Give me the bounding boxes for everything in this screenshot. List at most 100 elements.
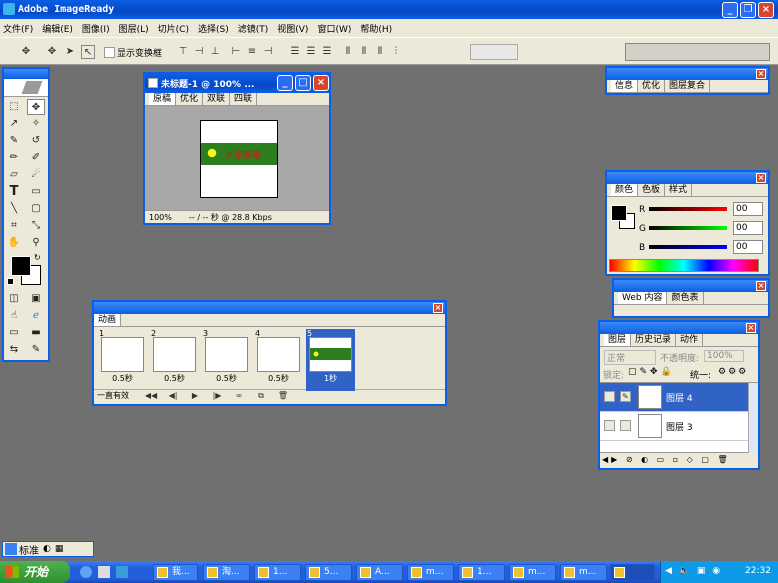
- frame-delay[interactable]: 0.5秒: [98, 373, 147, 384]
- tray-icons[interactable]: ◀ 🔈 ▣ ◉: [665, 566, 722, 576]
- channel-g-value[interactable]: 00: [733, 221, 763, 235]
- tab-web-content[interactable]: Web 内容: [618, 292, 668, 304]
- distribute-space-icon[interactable]: ⫶: [389, 45, 403, 59]
- menu-filter[interactable]: 滤镜(T): [238, 22, 269, 35]
- channel-b-value[interactable]: 00: [733, 240, 763, 254]
- tab-layers[interactable]: 图层: [604, 334, 632, 346]
- doc-maximize-button[interactable]: □: [295, 75, 311, 91]
- menu-file[interactable]: 文件(F): [3, 22, 33, 35]
- info-close-button[interactable]: ×: [756, 69, 766, 79]
- jump-to-photoshop-icon[interactable]: ⇆: [5, 342, 23, 358]
- prev-frame-icon[interactable]: ◀|: [163, 391, 183, 401]
- swap-colors-icon[interactable]: ↻: [34, 253, 41, 262]
- play-icon[interactable]: ▶: [185, 391, 205, 401]
- channel-b-slider[interactable]: [649, 245, 727, 249]
- distribute-vcenter-icon[interactable]: ☰: [304, 45, 318, 59]
- menu-slice[interactable]: 切片(C): [158, 22, 189, 35]
- move-tool-icon[interactable]: ✥: [19, 45, 33, 59]
- channel-g-slider[interactable]: [649, 226, 727, 230]
- align-hcenter-icon[interactable]: ≡: [245, 45, 259, 59]
- channel-r-value[interactable]: 00: [733, 202, 763, 216]
- tab-styles[interactable]: 样式: [665, 184, 693, 196]
- zoom-level[interactable]: 100%: [149, 213, 189, 222]
- taskbar-item[interactable]: m...: [407, 564, 454, 581]
- toggle-slice-icon[interactable]: ◫: [5, 291, 23, 307]
- foreground-color[interactable]: [11, 256, 31, 276]
- screen-mode-standard-icon[interactable]: ▭: [5, 325, 23, 341]
- marquee-tool-icon[interactable]: ⬚: [5, 99, 23, 115]
- canvas[interactable]: 大家都来: [200, 120, 278, 198]
- smudge-tool-icon[interactable]: ☄: [27, 167, 45, 183]
- blend-mode-select[interactable]: 正常: [604, 350, 656, 365]
- slice-select-tool-icon[interactable]: ↺: [27, 133, 45, 149]
- doc-minimize-button[interactable]: _: [277, 75, 293, 91]
- distribute-right-icon[interactable]: ⫴: [373, 45, 387, 59]
- delete-frame-icon[interactable]: 🗑: [273, 391, 293, 401]
- align-bottom-icon[interactable]: ⊥: [208, 45, 222, 59]
- align-left-icon[interactable]: ⊢: [229, 45, 243, 59]
- show-transform-checkbox[interactable]: [104, 47, 115, 58]
- menu-layer[interactable]: 图层(L): [119, 22, 149, 35]
- distribute-left-icon[interactable]: ⫴: [341, 45, 355, 59]
- distribute-bottom-icon[interactable]: ☰: [320, 45, 334, 59]
- taskbar-item[interactable]: 1...: [458, 564, 505, 581]
- frame-2[interactable]: 2 0.5秒: [150, 329, 199, 391]
- frame-1[interactable]: 1 0.5秒: [98, 329, 147, 391]
- menu-select[interactable]: 选择(S): [198, 22, 229, 35]
- frame-delay[interactable]: 0.5秒: [202, 373, 251, 384]
- layers-scrollbar[interactable]: [748, 383, 758, 453]
- taskbar-item[interactable]: 1...: [254, 564, 301, 581]
- magic-wand-tool-icon[interactable]: ✧: [27, 116, 45, 132]
- tab-color[interactable]: 颜色: [611, 184, 639, 196]
- quick-launch-icon[interactable]: [98, 566, 110, 578]
- taskbar-item[interactable]: A...: [356, 564, 403, 581]
- frame-4[interactable]: 4 0.5秒: [254, 329, 303, 391]
- tab-layer-comps[interactable]: 图层复合: [665, 80, 711, 92]
- tab-2-up[interactable]: 双联: [203, 93, 231, 105]
- preset-dropdown[interactable]: [470, 44, 518, 60]
- slice-tool-icon[interactable]: ✎: [5, 133, 23, 149]
- layer-name[interactable]: 图层 3: [666, 420, 693, 433]
- frame-3[interactable]: 3 0.5秒: [202, 329, 251, 391]
- loop-select[interactable]: 一直有效: [94, 390, 140, 401]
- layers-footer-icons[interactable]: ◀▶ ⊘ ◐ ▭ ▫ ◇ ▢ 🗑: [602, 455, 731, 464]
- tab-animation[interactable]: 动画: [94, 314, 122, 326]
- close-button[interactable]: ×: [758, 2, 774, 18]
- eraser-tool-icon[interactable]: ▱: [5, 167, 23, 183]
- tab-swatches[interactable]: 色板: [638, 184, 666, 196]
- crop-tool-icon[interactable]: ⌗: [5, 218, 23, 234]
- taskbar-item[interactable]: 我...: [153, 564, 198, 581]
- quick-launch-icon[interactable]: [80, 566, 92, 578]
- pencil-tool-icon[interactable]: ✐: [27, 150, 45, 166]
- layer-row-4[interactable]: ✎ 图层 4: [600, 383, 748, 412]
- first-frame-icon[interactable]: ◀◀: [141, 391, 161, 401]
- tray-grid-icon[interactable]: ▦: [55, 544, 64, 554]
- layer-name[interactable]: 图层 4: [666, 391, 693, 404]
- align-right-icon[interactable]: ⊣: [261, 45, 275, 59]
- frame-5[interactable]: 5 1秒: [306, 329, 355, 391]
- align-vcenter-icon[interactable]: ⊣: [192, 45, 206, 59]
- rollover-preview-icon[interactable]: ☝: [5, 308, 23, 324]
- tab-optimize[interactable]: 优化: [638, 80, 666, 92]
- edit-tool-icon[interactable]: ✎: [27, 342, 45, 358]
- tab-optimized[interactable]: 优化: [176, 93, 204, 105]
- color-foreground[interactable]: [611, 205, 627, 221]
- layer-row-3[interactable]: 图层 3: [600, 412, 748, 441]
- minimize-button[interactable]: _: [722, 2, 738, 18]
- next-frame-icon[interactable]: |▶: [207, 391, 227, 401]
- move-tool-icon[interactable]: ✥: [27, 99, 45, 115]
- menu-help[interactable]: 帮助(H): [360, 22, 392, 35]
- channel-r-slider[interactable]: [649, 207, 727, 211]
- taskbar-item[interactable]: 5...: [305, 564, 352, 581]
- tray-mode-icon[interactable]: ◐: [43, 544, 51, 554]
- tab-color-table[interactable]: 颜色表: [667, 292, 704, 304]
- brush-tool-icon[interactable]: ✏: [5, 150, 23, 166]
- color-close-button[interactable]: ×: [756, 173, 766, 183]
- taskbar-item[interactable]: m...: [560, 564, 607, 581]
- menu-view[interactable]: 视图(V): [277, 22, 308, 35]
- screen-mode-full-icon[interactable]: ▬: [27, 325, 45, 341]
- taskbar-item[interactable]: 淘...: [203, 564, 250, 581]
- distribute-hcenter-icon[interactable]: ⫴: [357, 45, 371, 59]
- hand-tool-icon[interactable]: ✋: [5, 235, 23, 251]
- align-top-icon[interactable]: ⊤: [176, 45, 190, 59]
